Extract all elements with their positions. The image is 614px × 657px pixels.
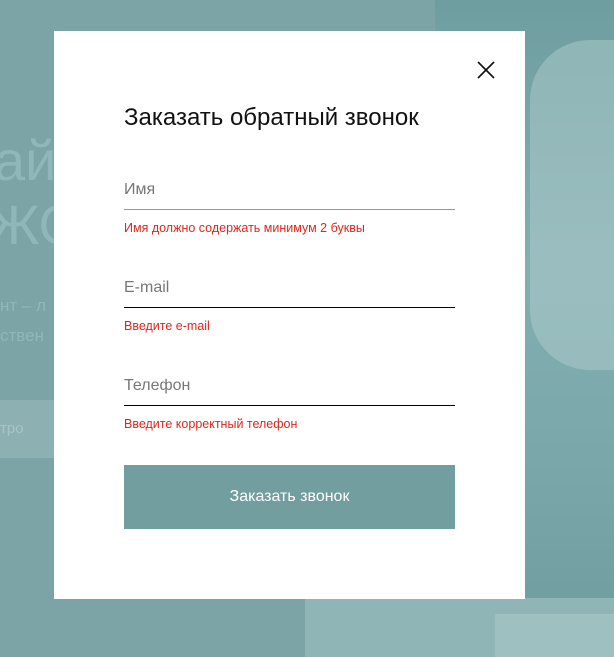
close-button[interactable] bbox=[475, 59, 497, 81]
background-subtitle-line-1: нт – л bbox=[0, 296, 46, 315]
background-button-label: тро bbox=[0, 420, 24, 437]
email-error-message: Введите e-mail bbox=[124, 319, 210, 333]
callback-modal: Заказать обратный звонок Имя должно соде… bbox=[54, 31, 525, 599]
name-field-group: Имя должно содержать минимум 2 буквы bbox=[124, 170, 455, 235]
order-call-button[interactable]: Заказать звонок bbox=[124, 465, 455, 529]
background-heading-line-1: ай bbox=[0, 129, 57, 192]
name-error-message: Имя должно содержать минимум 2 буквы bbox=[124, 221, 365, 235]
phone-field-group: Введите корректный телефон bbox=[124, 366, 455, 431]
phone-error-message: Введите корректный телефон bbox=[124, 417, 298, 431]
name-input[interactable] bbox=[124, 170, 455, 210]
background-subtitle-line-2: ствен bbox=[0, 326, 44, 345]
modal-title: Заказать обратный звонок bbox=[124, 104, 419, 131]
email-input[interactable] bbox=[124, 268, 455, 308]
close-icon bbox=[477, 61, 495, 79]
background-photo-bottom bbox=[305, 598, 614, 657]
phone-input[interactable] bbox=[124, 366, 455, 406]
email-field-group: Введите e-mail bbox=[124, 268, 455, 333]
